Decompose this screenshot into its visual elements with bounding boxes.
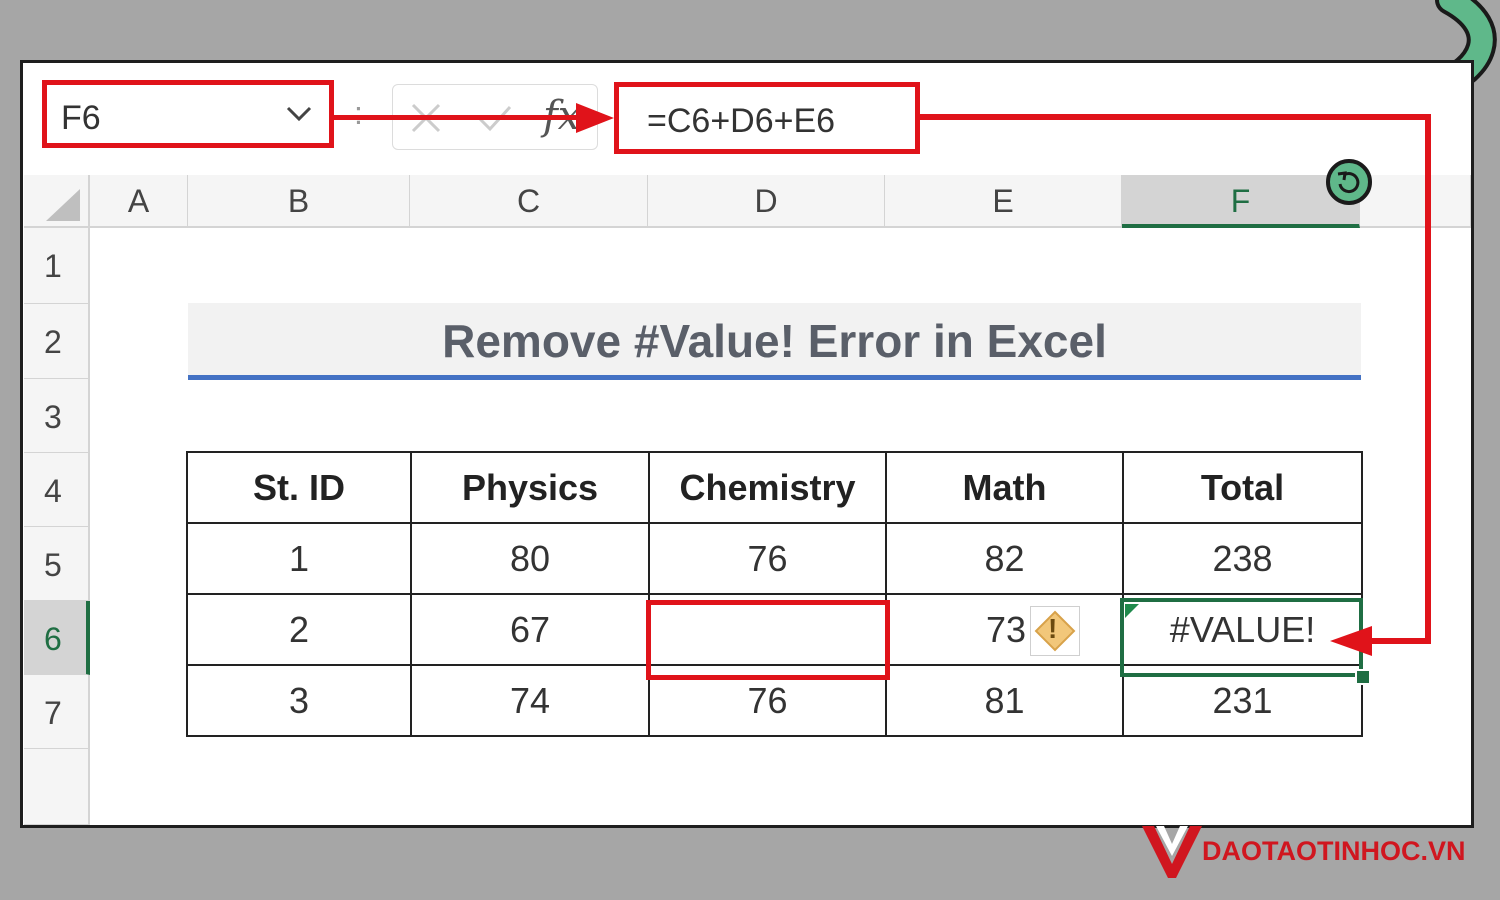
- header-physics[interactable]: Physics: [410, 451, 650, 524]
- column-header-c[interactable]: C: [410, 175, 648, 228]
- cell-e5[interactable]: 82: [885, 522, 1124, 595]
- cell-c7[interactable]: 74: [410, 664, 650, 737]
- cell-e7[interactable]: 81: [885, 664, 1124, 737]
- column-header-g[interactable]: [1360, 175, 1471, 228]
- row-header-7[interactable]: 7: [24, 675, 90, 749]
- table-row: 1 80 76 82 238: [186, 522, 1363, 595]
- cell-f5[interactable]: 238: [1122, 522, 1363, 595]
- name-box[interactable]: F6: [42, 80, 334, 148]
- column-header-e[interactable]: E: [885, 175, 1122, 228]
- row-header-8[interactable]: [24, 749, 90, 825]
- error-check-button[interactable]: !: [1030, 606, 1080, 656]
- header-math[interactable]: Math: [885, 451, 1124, 524]
- cell-b7[interactable]: 3: [186, 664, 412, 737]
- cell-b6[interactable]: 2: [186, 593, 412, 666]
- grades-table: St. ID Physics Chemistry Math Total 1 80…: [186, 451, 1363, 737]
- cell-d5[interactable]: 76: [648, 522, 887, 595]
- formula-text: =C6+D6+E6: [647, 102, 836, 140]
- row-header-3[interactable]: 3: [24, 379, 90, 453]
- warning-glyph: !: [1048, 613, 1058, 644]
- cell-c6[interactable]: 67: [410, 593, 650, 666]
- row-header-1[interactable]: 1: [24, 228, 90, 304]
- annotation-connector-right: [1425, 114, 1431, 644]
- fill-handle[interactable]: [1355, 669, 1371, 685]
- column-header-a[interactable]: A: [90, 175, 188, 228]
- select-all-corner[interactable]: [24, 175, 90, 228]
- table-header-row: St. ID Physics Chemistry Math Total: [186, 451, 1363, 524]
- cell-e6-value: 73: [985, 608, 1026, 650]
- chevron-down-icon[interactable]: [283, 97, 315, 129]
- column-header-b[interactable]: B: [188, 175, 410, 228]
- watermark-text: DAOTAOTINHOC.VN: [1202, 836, 1466, 866]
- column-header-d[interactable]: D: [648, 175, 885, 228]
- row-header-4[interactable]: 4: [24, 453, 90, 527]
- select-all-triangle-icon: [46, 189, 80, 221]
- row-header-5[interactable]: 5: [24, 527, 90, 601]
- header-st-id[interactable]: St. ID: [186, 451, 412, 524]
- annotation-connector-bottom: [1370, 638, 1431, 644]
- cell-e6[interactable]: 73: [885, 593, 1124, 666]
- annotation-arrow-line: [334, 115, 584, 120]
- annotation-arrowhead-left-icon: [1330, 626, 1372, 656]
- active-cell-outline: [1120, 598, 1363, 677]
- rotate-icon: [1326, 159, 1372, 205]
- sheet-title: Remove #Value! Error in Excel: [188, 303, 1361, 380]
- name-box-value: F6: [61, 99, 101, 137]
- empty-cell-highlight: [646, 600, 890, 680]
- header-chemistry[interactable]: Chemistry: [648, 451, 887, 524]
- row-header-2[interactable]: 2: [24, 304, 90, 379]
- watermark-logo-icon: [1142, 826, 1202, 878]
- formula-bar-separator: :: [354, 95, 363, 131]
- annotation-arrowhead-icon: [576, 103, 614, 133]
- annotation-connector-top: [920, 114, 1430, 120]
- row-header-6[interactable]: 6: [24, 601, 90, 675]
- formula-input[interactable]: =C6+D6+E6: [614, 82, 920, 154]
- cell-b5[interactable]: 1: [186, 522, 412, 595]
- header-total[interactable]: Total: [1122, 451, 1363, 524]
- cell-c5[interactable]: 80: [410, 522, 650, 595]
